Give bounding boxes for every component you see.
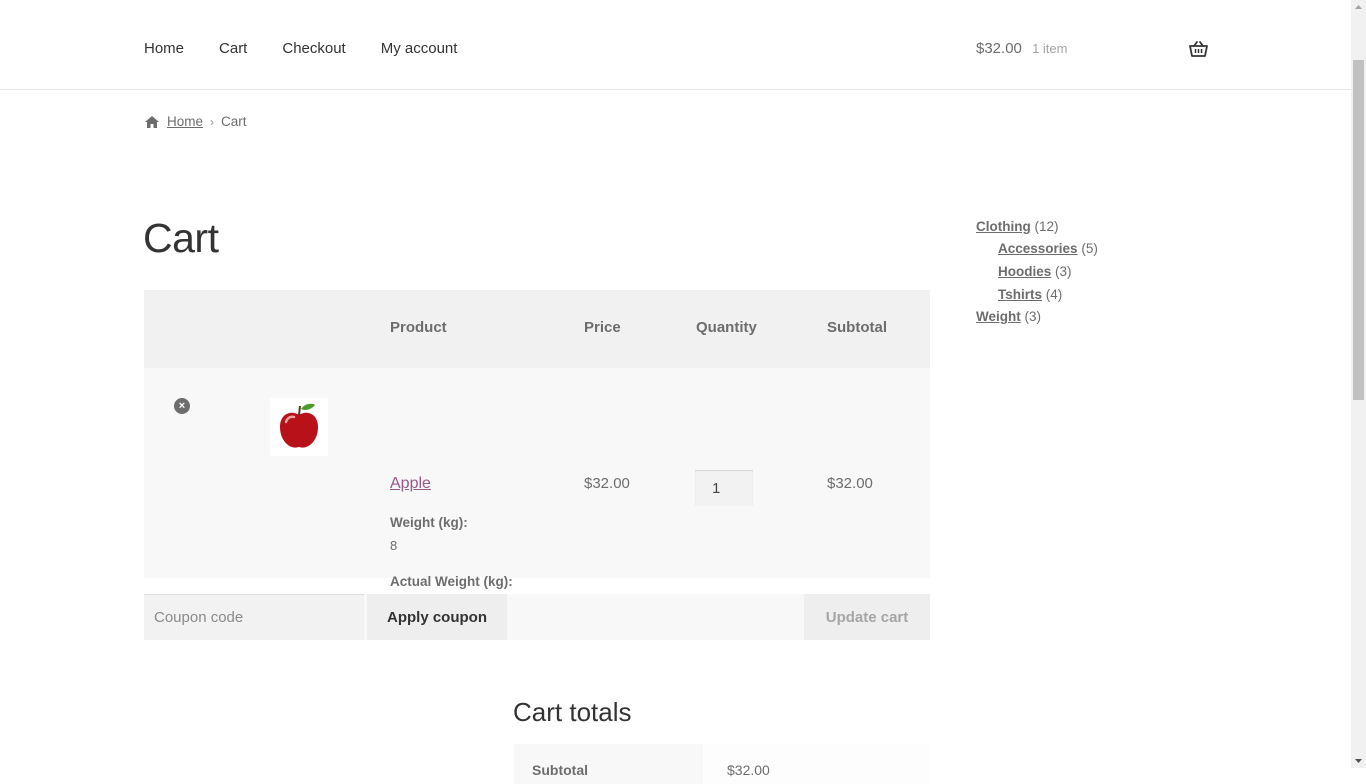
category-item: Hoodies (3): [998, 264, 1072, 279]
category-count: (4): [1045, 287, 1063, 302]
cart-totals-title: Cart totals: [513, 697, 632, 727]
totals-subtotal-label-cell: Subtotal: [514, 744, 703, 784]
category-link-weight[interactable]: Weight: [976, 309, 1021, 324]
item-price: $32.00: [584, 475, 630, 492]
primary-navigation: Home Cart Checkout My account: [144, 38, 492, 60]
mini-cart-count: 1 item: [1032, 41, 1068, 56]
page-scrollbar[interactable]: [1351, 0, 1366, 768]
breadcrumb: Home › Cart: [144, 114, 247, 129]
nav-cart[interactable]: Cart: [219, 38, 247, 60]
nav-checkout[interactable]: Checkout: [282, 38, 345, 60]
scrollbar-thumb[interactable]: [1353, 60, 1364, 400]
column-header-product: Product: [390, 319, 447, 336]
column-header-subtotal: Subtotal: [827, 319, 887, 336]
category-count: (5): [1081, 241, 1098, 256]
category-item: Weight (3): [976, 309, 1041, 324]
home-icon: [145, 115, 159, 128]
scroll-up-arrow-icon[interactable]: [1351, 0, 1366, 15]
cart-item-row: × Apple Weight (kg): 8 Actual Weight (kg…: [144, 368, 930, 613]
totals-subtotal-value: $32.00: [727, 762, 770, 778]
coupon-code-input[interactable]: [144, 594, 364, 640]
category-count: (12): [1034, 219, 1059, 234]
cart-totals-table: Subtotal $32.00: [514, 744, 930, 784]
update-cart-button[interactable]: Update cart: [804, 594, 930, 640]
product-name: Apple: [390, 475, 431, 493]
remove-icon[interactable]: ×: [174, 398, 190, 414]
mini-cart-amount: $32.00: [976, 40, 1022, 57]
breadcrumb-current: Cart: [221, 114, 247, 129]
meta-label-actual-weight: Actual Weight (kg):: [390, 574, 513, 589]
category-link-accessories[interactable]: Accessories: [998, 241, 1078, 256]
category-item: Accessories (5): [998, 241, 1098, 256]
page-title: Cart: [143, 215, 219, 261]
totals-subtotal-value-cell: $32.00: [703, 744, 930, 784]
apple-thumbnail[interactable]: [270, 398, 328, 456]
meta-value-weight: 8: [390, 538, 398, 553]
nav-my-account[interactable]: My account: [381, 38, 458, 60]
site-header: Home Cart Checkout My account $32.00 1 i…: [0, 0, 1351, 90]
breadcrumb-home-link[interactable]: Home: [167, 114, 203, 129]
cart-table: Product Price Quantity Subtotal × Apple …: [144, 290, 930, 613]
scroll-down-arrow-icon[interactable]: [1351, 753, 1366, 768]
cart-table-header: Product Price Quantity Subtotal: [144, 290, 930, 368]
totals-subtotal-label: Subtotal: [532, 762, 588, 778]
quantity-input[interactable]: [695, 470, 753, 506]
meta-label-weight: Weight (kg):: [390, 515, 468, 530]
category-item: Clothing (12): [976, 219, 1059, 234]
category-item: Tshirts (4): [998, 287, 1062, 302]
column-header-quantity: Quantity: [696, 319, 757, 336]
apply-coupon-button[interactable]: Apply coupon: [367, 594, 507, 640]
item-subtotal: $32.00: [827, 475, 873, 492]
nav-home[interactable]: Home: [144, 38, 184, 60]
product-link[interactable]: Apple: [390, 475, 431, 492]
category-count: (3): [1055, 264, 1072, 279]
cart-actions: Apply coupon Update cart: [144, 594, 930, 640]
category-link-hoodies[interactable]: Hoodies: [998, 264, 1051, 279]
category-link-tshirts[interactable]: Tshirts: [998, 287, 1042, 302]
basket-icon[interactable]: [1189, 41, 1208, 57]
category-link-clothing[interactable]: Clothing: [976, 219, 1031, 234]
category-count: (3): [1024, 309, 1042, 324]
column-header-price: Price: [584, 319, 621, 336]
header-mini-cart[interactable]: $32.00 1 item: [976, 38, 1208, 62]
breadcrumb-separator: ›: [210, 114, 215, 129]
